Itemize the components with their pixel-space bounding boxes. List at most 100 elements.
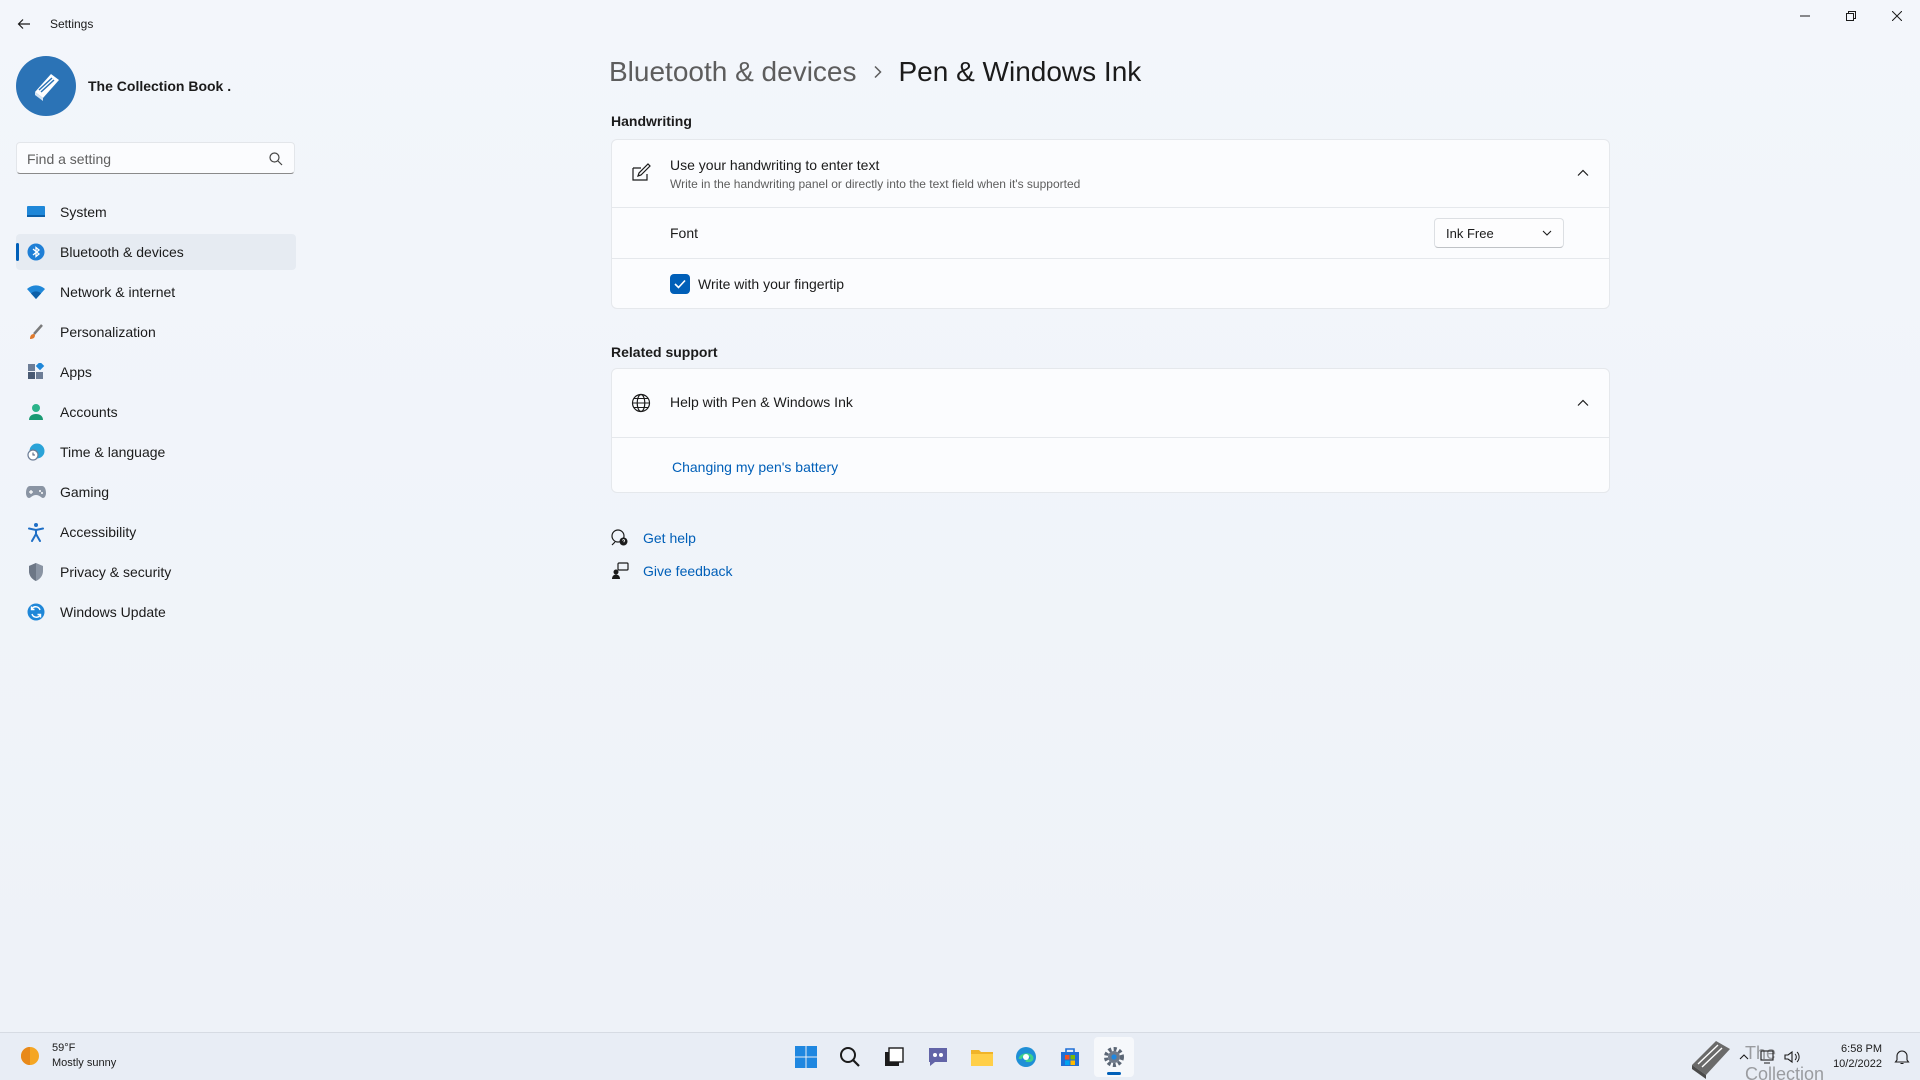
chevron-down-icon xyxy=(1542,230,1552,236)
font-dropdown[interactable]: Ink Free xyxy=(1434,218,1564,248)
sidebar-item-windows-update[interactable]: Windows Update xyxy=(16,594,296,630)
gamepad-icon xyxy=(26,482,46,502)
chat-button[interactable] xyxy=(918,1037,958,1077)
clock[interactable]: 6:58 PM 10/2/2022 xyxy=(1833,1042,1882,1072)
windows-logo-icon xyxy=(795,1046,817,1068)
book-logo-icon xyxy=(35,74,59,101)
search-box[interactable] xyxy=(16,142,295,174)
shield-icon xyxy=(26,562,46,582)
tray-icons xyxy=(1730,1049,1802,1065)
window-controls xyxy=(1782,0,1920,32)
pen-battery-link[interactable]: Changing my pen's battery xyxy=(672,459,838,475)
close-icon xyxy=(1892,11,1902,21)
get-help-link[interactable]: Get help xyxy=(611,527,733,549)
gear-icon xyxy=(1104,1047,1124,1067)
help-pen-title: Help with Pen & Windows Ink xyxy=(670,394,853,410)
user-profile[interactable]: The Collection Book . xyxy=(16,56,231,116)
brush-icon xyxy=(26,322,46,342)
sidebar-nav: System Bluetooth & devices Network & int… xyxy=(16,194,296,634)
breadcrumb-parent[interactable]: Bluetooth & devices xyxy=(609,56,857,88)
edge-icon xyxy=(1016,1047,1036,1067)
task-view-button[interactable] xyxy=(874,1037,914,1077)
give-feedback-link[interactable]: Give feedback xyxy=(611,560,733,582)
handwriting-title: Use your handwriting to enter text xyxy=(670,157,880,173)
handwriting-header-row[interactable]: Use your handwriting to enter text Write… xyxy=(612,140,1609,207)
sidebar-item-label: Accessibility xyxy=(60,524,137,540)
sidebar-item-label: System xyxy=(60,204,107,220)
sidebar-item-label: Accounts xyxy=(60,404,118,420)
globe-icon xyxy=(629,391,653,415)
accessibility-icon xyxy=(26,522,46,542)
globe-clock-icon xyxy=(26,442,46,462)
store-icon xyxy=(1061,1048,1079,1066)
back-button[interactable] xyxy=(10,12,38,36)
restore-button[interactable] xyxy=(1828,0,1874,32)
speaker-icon[interactable] xyxy=(1782,1049,1802,1065)
sidebar-item-personalization[interactable]: Personalization xyxy=(16,314,296,350)
close-button[interactable] xyxy=(1874,0,1920,32)
edge-button[interactable] xyxy=(1006,1037,1046,1077)
fingertip-label[interactable]: Write with your fingertip xyxy=(698,276,844,292)
weather-widget[interactable]: 59°F Mostly sunny xyxy=(18,1041,116,1071)
get-help-label[interactable]: Get help xyxy=(643,530,696,546)
chevron-up-icon[interactable] xyxy=(1571,391,1595,415)
battery-link-row: Changing my pen's battery xyxy=(612,437,1609,492)
minimize-icon xyxy=(1800,15,1810,17)
section-title-handwriting: Handwriting xyxy=(611,113,692,129)
sidebar-item-accounts[interactable]: Accounts xyxy=(16,394,296,430)
weather-desc: Mostly sunny xyxy=(52,1057,117,1069)
sidebar-item-time-language[interactable]: Time & language xyxy=(16,434,296,470)
chevron-up-icon[interactable] xyxy=(1734,1049,1754,1065)
sidebar-item-gaming[interactable]: Gaming xyxy=(16,474,296,510)
update-icon xyxy=(26,602,46,622)
app-title: Settings xyxy=(50,17,94,31)
clock-date: 10/2/2022 xyxy=(1833,1058,1882,1070)
restore-icon xyxy=(1846,11,1856,21)
network-icon[interactable] xyxy=(1758,1049,1778,1065)
section-title-related-support: Related support xyxy=(611,344,718,360)
taskbar-search-button[interactable] xyxy=(830,1037,870,1077)
handwriting-subtitle: Write in the handwriting panel or direct… xyxy=(670,177,1081,191)
sidebar-item-system[interactable]: System xyxy=(16,194,296,230)
weather-temp: 59°F xyxy=(52,1042,76,1054)
monitor-icon xyxy=(26,202,46,222)
handwriting-pen-icon xyxy=(629,161,653,185)
sidebar-item-privacy[interactable]: Privacy & security xyxy=(16,554,296,590)
person-icon xyxy=(26,402,46,422)
search-input[interactable] xyxy=(27,149,267,169)
store-button[interactable] xyxy=(1050,1037,1090,1077)
sidebar-item-accessibility[interactable]: Accessibility xyxy=(16,514,296,550)
minimize-button[interactable] xyxy=(1782,0,1828,32)
settings-app-button[interactable] xyxy=(1094,1037,1134,1077)
chevron-up-icon[interactable] xyxy=(1571,161,1595,185)
feedback-icon xyxy=(611,562,629,580)
give-feedback-label[interactable]: Give feedback xyxy=(643,563,733,579)
bluetooth-icon xyxy=(26,242,46,262)
task-view-icon xyxy=(885,1047,904,1066)
apps-icon xyxy=(26,362,46,382)
breadcrumb: Bluetooth & devices Pen & Windows Ink xyxy=(609,56,1141,88)
sidebar-item-label: Apps xyxy=(60,364,92,380)
sun-icon xyxy=(21,1047,39,1065)
search-icon xyxy=(840,1047,860,1067)
sidebar-item-label: Network & internet xyxy=(60,284,176,300)
checkmark-icon xyxy=(674,279,686,289)
wifi-icon xyxy=(26,282,46,302)
sidebar-item-apps[interactable]: Apps xyxy=(16,354,296,390)
clock-time: 6:58 PM xyxy=(1841,1043,1882,1055)
sidebar-item-network[interactable]: Network & internet xyxy=(16,274,296,310)
help-pen-row[interactable]: Help with Pen & Windows Ink xyxy=(612,369,1609,437)
related-support-card: Help with Pen & Windows Ink Changing my … xyxy=(611,368,1610,493)
start-button[interactable] xyxy=(786,1037,826,1077)
file-explorer-button[interactable] xyxy=(962,1037,1002,1077)
sidebar-item-bluetooth[interactable]: Bluetooth & devices xyxy=(16,234,296,270)
fingertip-checkbox[interactable] xyxy=(670,274,690,294)
search-icon[interactable] xyxy=(268,151,284,167)
settings-window: Settings The Collection Book . Find a se… xyxy=(0,0,1920,1032)
font-dropdown-value: Ink Free xyxy=(1446,225,1494,241)
sidebar-item-label: Windows Update xyxy=(60,604,166,620)
sidebar-item-label: Gaming xyxy=(60,484,110,500)
teams-chat-icon xyxy=(929,1048,947,1066)
notification-icon[interactable] xyxy=(1894,1049,1910,1065)
taskbar-apps xyxy=(786,1037,1138,1077)
